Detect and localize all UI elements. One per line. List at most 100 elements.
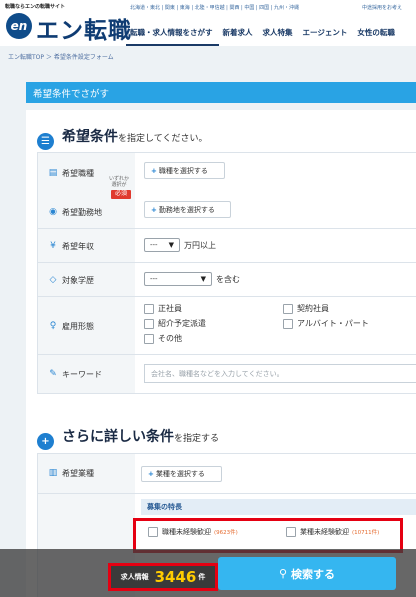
checkbox-box[interactable] xyxy=(144,303,154,314)
label-cell: ¥ 希望年収 xyxy=(38,229,135,262)
select-job-button[interactable]: + 職種を選択する xyxy=(144,162,225,179)
nav-item-features[interactable]: 求人特集 xyxy=(259,24,299,46)
nav-item-agent[interactable]: エージェント xyxy=(299,24,354,46)
breadcrumb[interactable]: エン転職TOP ＞ 希望条件設定フォーム xyxy=(8,52,114,61)
keyword-input[interactable]: 会社名、職種名などを入力してください。 xyxy=(144,364,416,383)
value-cell: + 職種を選択する + 勤務地を選択する xyxy=(135,153,416,228)
row-education: ◇ 対象学歴 --- ▼ を含む xyxy=(38,263,416,297)
checkbox-parttime[interactable]: アルバイト・パート xyxy=(283,318,369,329)
label-cell: ♀ 雇用形態 xyxy=(38,297,135,354)
checkbox-contract[interactable]: 契約社員 xyxy=(283,303,329,314)
checkbox-label: アルバイト・パート xyxy=(297,319,369,328)
pencil-icon: ✎ xyxy=(49,369,57,379)
select-industry-label: 業種を選択する xyxy=(155,470,205,478)
search-button[interactable]: ⚲ 検索する xyxy=(218,557,396,590)
section-subtitle[interactable]: を指定する xyxy=(174,431,219,444)
page-title: 希望条件でさがす xyxy=(33,89,110,100)
checkbox-label: 正社員 xyxy=(158,304,182,313)
plus-icon: + xyxy=(151,205,157,214)
chevron-down-icon: ▼ xyxy=(200,275,206,283)
search-button-label: 検索する xyxy=(291,567,336,581)
region-links[interactable]: 北海道・東北 | 関東 | 東海 | 北陸・甲信越 | 関西 | 中国 | 四国… xyxy=(130,4,299,11)
label-cell: ▥ 希望業種 xyxy=(38,454,135,493)
en-logo-icon[interactable]: en xyxy=(6,13,32,39)
label-cell: ✎ キーワード xyxy=(38,355,135,393)
value-cell: --- ▼ 万円以上 xyxy=(135,229,416,262)
location-pin-icon: ◉ xyxy=(49,207,57,217)
checkbox-box[interactable] xyxy=(283,318,293,329)
required-badge: 必須 xyxy=(111,190,131,199)
checkbox-box[interactable] xyxy=(144,333,154,344)
education-label: 対象学歴 xyxy=(62,276,94,285)
value-cell: 会社名、職種名などを入力してください。 xyxy=(135,355,416,393)
checkbox-label: その他 xyxy=(158,334,182,343)
row-employment: ♀ 雇用形態 正社員 契約社員 紹介予定派遣 アルバイト・パート その他 xyxy=(38,297,416,355)
nav-item-new[interactable]: 新着求人 xyxy=(219,24,259,46)
select-job-label: 職種を選択する xyxy=(158,166,208,175)
row-keyword: ✎ キーワード 会社名、職種名などを入力してください。 xyxy=(38,355,416,393)
income-select[interactable]: --- ▼ xyxy=(144,238,180,252)
result-count-unit: 件 xyxy=(198,573,206,581)
plus-icon: + xyxy=(151,166,157,175)
either-required-note: いずれか 選択が xyxy=(109,176,130,188)
briefcase-icon: ▤ xyxy=(48,168,58,178)
conditions-table: ▤ 希望職種 ◉ 希望勤務地 いずれか 選択が 必須 + 職種を選択する + 勤務地を… xyxy=(37,152,416,394)
select-location-button[interactable]: + 勤務地を選択する xyxy=(144,201,231,218)
person-icon: ♀ xyxy=(49,321,57,331)
nav-item-search[interactable]: 転職・求人情報をさがす xyxy=(126,24,219,46)
building-icon: ▥ xyxy=(48,468,58,478)
income-label: 希望年収 xyxy=(62,242,94,251)
value-cell: 正社員 契約社員 紹介予定派遣 アルバイト・パート その他 xyxy=(135,297,416,354)
select-industry-button[interactable]: + 業種を選択する xyxy=(141,466,222,482)
yen-icon: ¥ xyxy=(50,241,56,251)
section-heading-conditions: ☰ 希望条件 を指定してください。 xyxy=(37,126,208,150)
job-label: 希望職種 xyxy=(62,169,94,178)
page-root: 転職ならエンの転職サイト en エン転職 北海道・東北 | 関東 | 東海 | … xyxy=(0,0,416,597)
value-cell: --- ▼ を含む xyxy=(135,263,416,296)
income-unit: 万円以上 xyxy=(184,241,216,250)
row-job-location: ▤ 希望職種 ◉ 希望勤務地 いずれか 選択が 必須 + 職種を選択する + 勤務地を… xyxy=(38,153,416,229)
education-select-value: --- xyxy=(150,275,158,283)
feature-highlight-box xyxy=(133,518,403,553)
nav-item-women[interactable]: 女性の転職 xyxy=(353,24,401,46)
label-cell: ◇ 対象学歴 xyxy=(38,263,135,296)
employer-link[interactable]: 中途採用をお考え xyxy=(362,4,402,11)
checkbox-box[interactable] xyxy=(144,318,154,329)
site-tagline: 転職ならエンの転職サイト xyxy=(5,4,66,10)
checkbox-label: 契約社員 xyxy=(297,304,329,313)
section-heading-detailed: + さらに詳しい条件 を指定する xyxy=(37,426,219,450)
value-cell: + 業種を選択する xyxy=(135,454,416,493)
education-unit: を含む xyxy=(216,275,240,284)
graduation-cap-icon: ◇ xyxy=(49,275,57,285)
education-select[interactable]: --- ▼ xyxy=(144,272,212,286)
industry-label: 希望業種 xyxy=(62,469,94,478)
location-label: 希望勤務地 xyxy=(62,208,102,217)
employment-label: 雇用形態 xyxy=(62,322,94,331)
result-count-label: 求人情報 xyxy=(120,573,149,581)
checkbox-box[interactable] xyxy=(283,303,293,314)
result-count: 求人情報 3446 件 xyxy=(108,563,218,591)
chevron-down-icon: ▼ xyxy=(168,241,174,249)
result-count-value: 3446 xyxy=(154,568,197,586)
label-cell: ▤ 希望職種 ◉ 希望勤務地 いずれか 選択が 必須 xyxy=(38,153,135,228)
site-logo[interactable]: エン転職 xyxy=(36,11,132,45)
plus-icon: + xyxy=(148,470,154,478)
list-icon: ☰ xyxy=(37,133,54,150)
checkbox-other[interactable]: その他 xyxy=(144,333,182,344)
section-subtitle: を指定してください。 xyxy=(118,134,208,144)
income-select-value: --- xyxy=(150,241,158,249)
feature-heading: 募集の特長 xyxy=(141,499,416,515)
plus-icon[interactable]: + xyxy=(37,433,54,450)
page-title-bar: 希望条件でさがす xyxy=(26,82,416,103)
row-income: ¥ 希望年収 --- ▼ 万円以上 xyxy=(38,229,416,263)
keyword-label: キーワード xyxy=(62,370,102,379)
section-title[interactable]: さらに詳しい条件 xyxy=(62,426,174,446)
search-icon: ⚲ xyxy=(278,567,288,580)
section-title: 希望条件 xyxy=(62,129,118,145)
checkbox-label: 紹介予定派遣 xyxy=(158,319,206,328)
checkbox-fulltime[interactable]: 正社員 xyxy=(144,303,182,314)
site-header: 転職ならエンの転職サイト en エン転職 北海道・東北 | 関東 | 東海 | … xyxy=(0,0,416,46)
checkbox-temp-to-perm[interactable]: 紹介予定派遣 xyxy=(144,318,206,329)
row-industry: ▥ 希望業種 + 業種を選択する xyxy=(38,454,416,494)
global-nav: 転職・求人情報をさがす 新着求人 求人特集 エージェント 女性の転職 xyxy=(126,24,401,46)
